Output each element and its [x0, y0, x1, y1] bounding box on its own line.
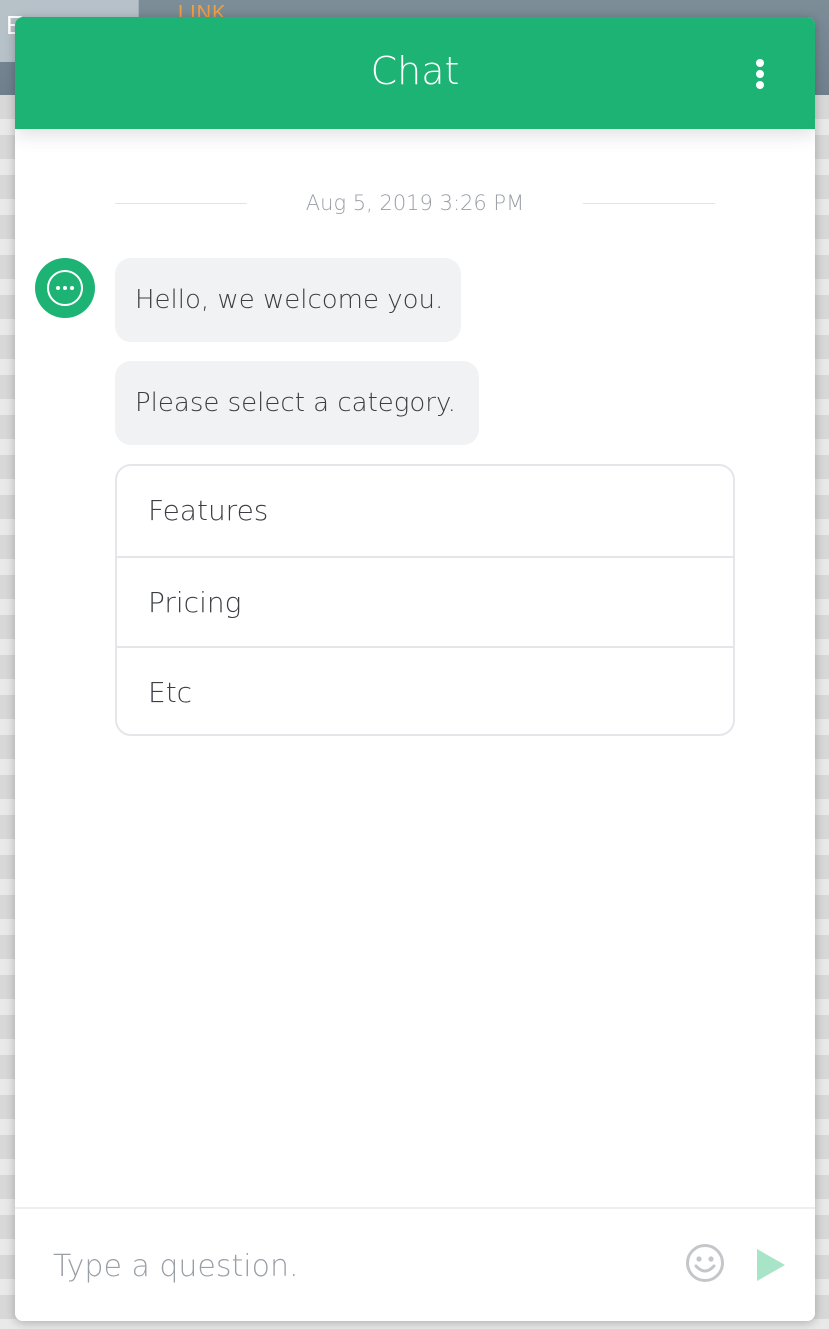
chat-header: Chat	[15, 17, 815, 129]
bot-message-bubble: Hello, we welcome you.	[115, 258, 461, 342]
bot-avatar-icon	[35, 258, 95, 318]
message-composer	[15, 1207, 815, 1321]
option-etc[interactable]: Etc	[117, 646, 733, 734]
chat-widget: Chat Aug 5, 2019 3:26 PM Hello, we welco…	[15, 17, 815, 1321]
bot-message-bubble: Please select a category.	[115, 361, 479, 445]
smiley-face-icon[interactable]	[685, 1243, 725, 1283]
more-options-icon[interactable]	[748, 57, 772, 91]
send-triangle-icon[interactable]	[755, 1247, 787, 1283]
divider-line-right	[583, 203, 715, 204]
category-options: Features Pricing Etc	[115, 464, 735, 736]
chat-title: Chat	[370, 49, 460, 93]
date-divider: Aug 5, 2019 3:26 PM	[115, 191, 715, 217]
option-features[interactable]: Features	[117, 466, 733, 556]
option-pricing[interactable]: Pricing	[117, 556, 733, 646]
question-input[interactable]	[51, 1237, 645, 1295]
